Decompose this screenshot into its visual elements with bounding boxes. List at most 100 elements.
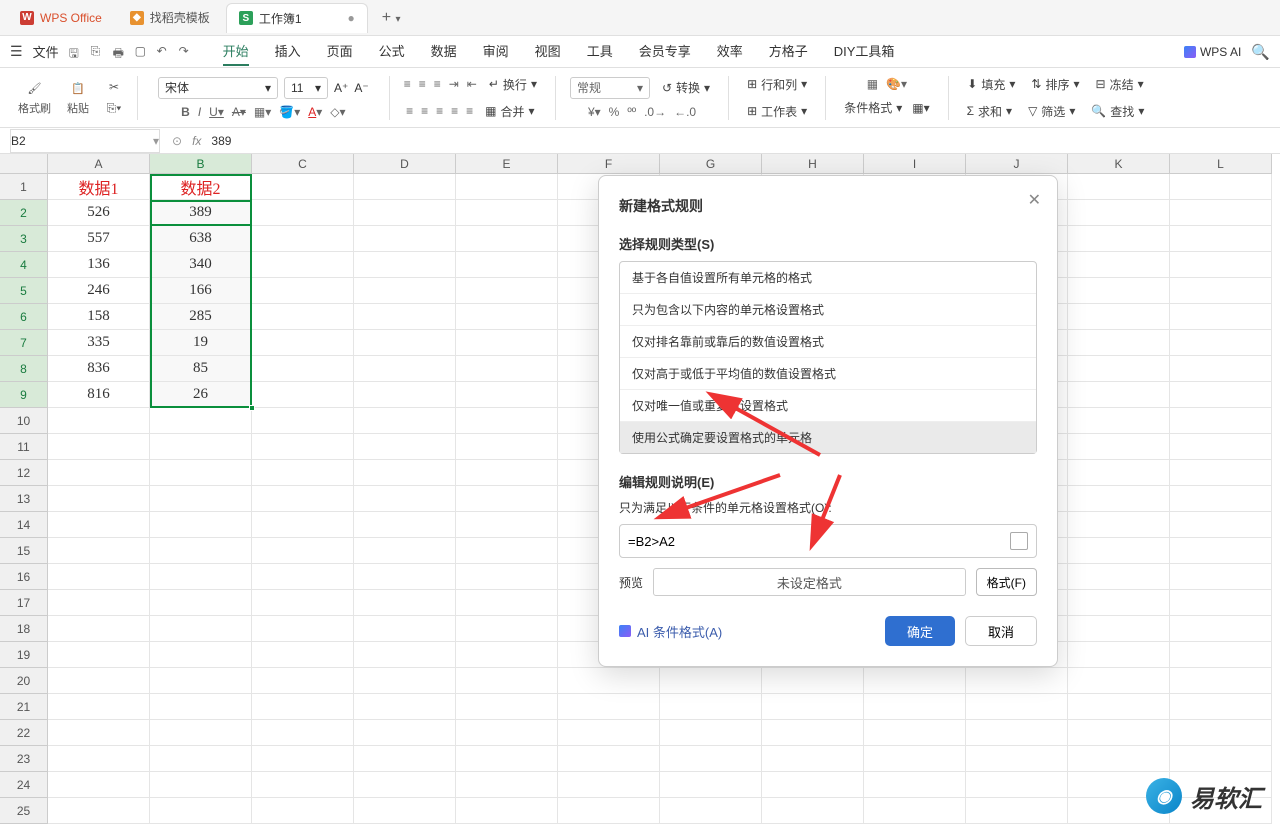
cell-D1[interactable] xyxy=(354,174,456,200)
row-header-13[interactable]: 13 xyxy=(0,486,48,512)
cell-D18[interactable] xyxy=(354,616,456,642)
cell-C18[interactable] xyxy=(252,616,354,642)
close-icon[interactable]: ✕ xyxy=(1028,190,1041,210)
cell-C6[interactable] xyxy=(252,304,354,330)
cell-K21[interactable] xyxy=(1068,694,1170,720)
row-header-16[interactable]: 16 xyxy=(0,564,48,590)
cell-B10[interactable] xyxy=(150,408,252,434)
cell-C16[interactable] xyxy=(252,564,354,590)
cell-G22[interactable] xyxy=(660,720,762,746)
cell-K18[interactable] xyxy=(1068,616,1170,642)
cell-E8[interactable] xyxy=(456,356,558,382)
cell-F21[interactable] xyxy=(558,694,660,720)
cell-C11[interactable] xyxy=(252,434,354,460)
row-header-2[interactable]: 2 xyxy=(0,200,48,226)
cell-B19[interactable] xyxy=(150,642,252,668)
row-header-10[interactable]: 10 xyxy=(0,408,48,434)
hamburger-icon[interactable]: ☰ xyxy=(10,43,23,60)
cell-L11[interactable] xyxy=(1170,434,1272,460)
cell-L22[interactable] xyxy=(1170,720,1272,746)
menu-tab-efficiency[interactable]: 效率 xyxy=(717,37,743,66)
cell-E6[interactable] xyxy=(456,304,558,330)
row-header-15[interactable]: 15 xyxy=(0,538,48,564)
cell-K23[interactable] xyxy=(1068,746,1170,772)
cell-A10[interactable] xyxy=(48,408,150,434)
col-header-F[interactable]: F xyxy=(558,154,660,174)
row-header-21[interactable]: 21 xyxy=(0,694,48,720)
fx-icon[interactable]: fx xyxy=(192,134,201,148)
cell-L18[interactable] xyxy=(1170,616,1272,642)
cell-C12[interactable] xyxy=(252,460,354,486)
format-brush-button[interactable]: 🖌格式刷 xyxy=(18,80,51,116)
cell-H20[interactable] xyxy=(762,668,864,694)
cell-A9[interactable]: 816 xyxy=(48,382,150,408)
paste-button[interactable]: 📋粘贴 xyxy=(67,80,89,116)
cell-C1[interactable] xyxy=(252,174,354,200)
cell-E5[interactable] xyxy=(456,278,558,304)
cell-B8[interactable]: 85 xyxy=(150,356,252,382)
cell-A18[interactable] xyxy=(48,616,150,642)
name-box[interactable]: B2▾ xyxy=(10,129,160,153)
font-color-icon[interactable]: A▾ xyxy=(308,105,322,119)
worksheet-button[interactable]: ⊞ 工作表▾ xyxy=(743,101,811,122)
cell-C5[interactable] xyxy=(252,278,354,304)
tab-template[interactable]: ◆ 找稻壳模板 xyxy=(118,3,222,32)
cell-K20[interactable] xyxy=(1068,668,1170,694)
row-header-20[interactable]: 20 xyxy=(0,668,48,694)
cell-D20[interactable] xyxy=(354,668,456,694)
table-icon[interactable]: ▦ xyxy=(867,77,878,91)
cell-F25[interactable] xyxy=(558,798,660,824)
cell-B18[interactable] xyxy=(150,616,252,642)
cell-E2[interactable] xyxy=(456,200,558,226)
cell-B1[interactable]: 数据2 xyxy=(150,174,252,200)
cell-K11[interactable] xyxy=(1068,434,1170,460)
cell-C19[interactable] xyxy=(252,642,354,668)
cell-B24[interactable] xyxy=(150,772,252,798)
cell-K1[interactable] xyxy=(1068,174,1170,200)
sort-button[interactable]: ⇅ 排序▾ xyxy=(1027,74,1083,95)
select-all-corner[interactable] xyxy=(0,154,48,174)
clear-format-icon[interactable]: ◇▾ xyxy=(330,105,345,119)
menu-tab-page[interactable]: 页面 xyxy=(327,37,353,66)
cell-K6[interactable] xyxy=(1068,304,1170,330)
cell-C9[interactable] xyxy=(252,382,354,408)
range-picker-icon[interactable] xyxy=(1010,532,1028,550)
cell-H24[interactable] xyxy=(762,772,864,798)
row-header-5[interactable]: 5 xyxy=(0,278,48,304)
cell-D19[interactable] xyxy=(354,642,456,668)
cell-B21[interactable] xyxy=(150,694,252,720)
cell-E9[interactable] xyxy=(456,382,558,408)
align-top-icon[interactable]: ≡ xyxy=(404,77,411,91)
cell-C20[interactable] xyxy=(252,668,354,694)
col-header-H[interactable]: H xyxy=(762,154,864,174)
cell-D5[interactable] xyxy=(354,278,456,304)
copy-icon[interactable]: ⎘▾ xyxy=(105,100,123,118)
menu-tab-data[interactable]: 数据 xyxy=(431,37,457,66)
align-bot-icon[interactable]: ≡ xyxy=(434,77,441,91)
cell-L16[interactable] xyxy=(1170,564,1272,590)
cell-B15[interactable] xyxy=(150,538,252,564)
cell-B12[interactable] xyxy=(150,460,252,486)
cell-K3[interactable] xyxy=(1068,226,1170,252)
cell-E10[interactable] xyxy=(456,408,558,434)
strike-icon[interactable]: A▾ xyxy=(232,105,246,119)
rule-item-5[interactable]: 使用公式确定要设置格式的单元格 xyxy=(620,422,1036,453)
menu-tab-insert[interactable]: 插入 xyxy=(275,37,301,66)
cell-B25[interactable] xyxy=(150,798,252,824)
cell-C4[interactable] xyxy=(252,252,354,278)
cell-L19[interactable] xyxy=(1170,642,1272,668)
cell-K8[interactable] xyxy=(1068,356,1170,382)
font-size-select[interactable]: 11▾ xyxy=(284,77,328,99)
increase-font-icon[interactable]: A⁺ xyxy=(334,81,348,95)
row-header-7[interactable]: 7 xyxy=(0,330,48,356)
cell-A13[interactable] xyxy=(48,486,150,512)
style-icon[interactable]: 🎨▾ xyxy=(886,77,907,91)
cell-L20[interactable] xyxy=(1170,668,1272,694)
cell-A1[interactable]: 数据1 xyxy=(48,174,150,200)
menu-tab-fanggezi[interactable]: 方格子 xyxy=(769,37,808,66)
cell-C22[interactable] xyxy=(252,720,354,746)
col-header-L[interactable]: L xyxy=(1170,154,1272,174)
merge-button[interactable]: ▦ 合并▾ xyxy=(481,101,538,122)
cell-G25[interactable] xyxy=(660,798,762,824)
cell-B2[interactable]: 389 xyxy=(150,200,252,226)
